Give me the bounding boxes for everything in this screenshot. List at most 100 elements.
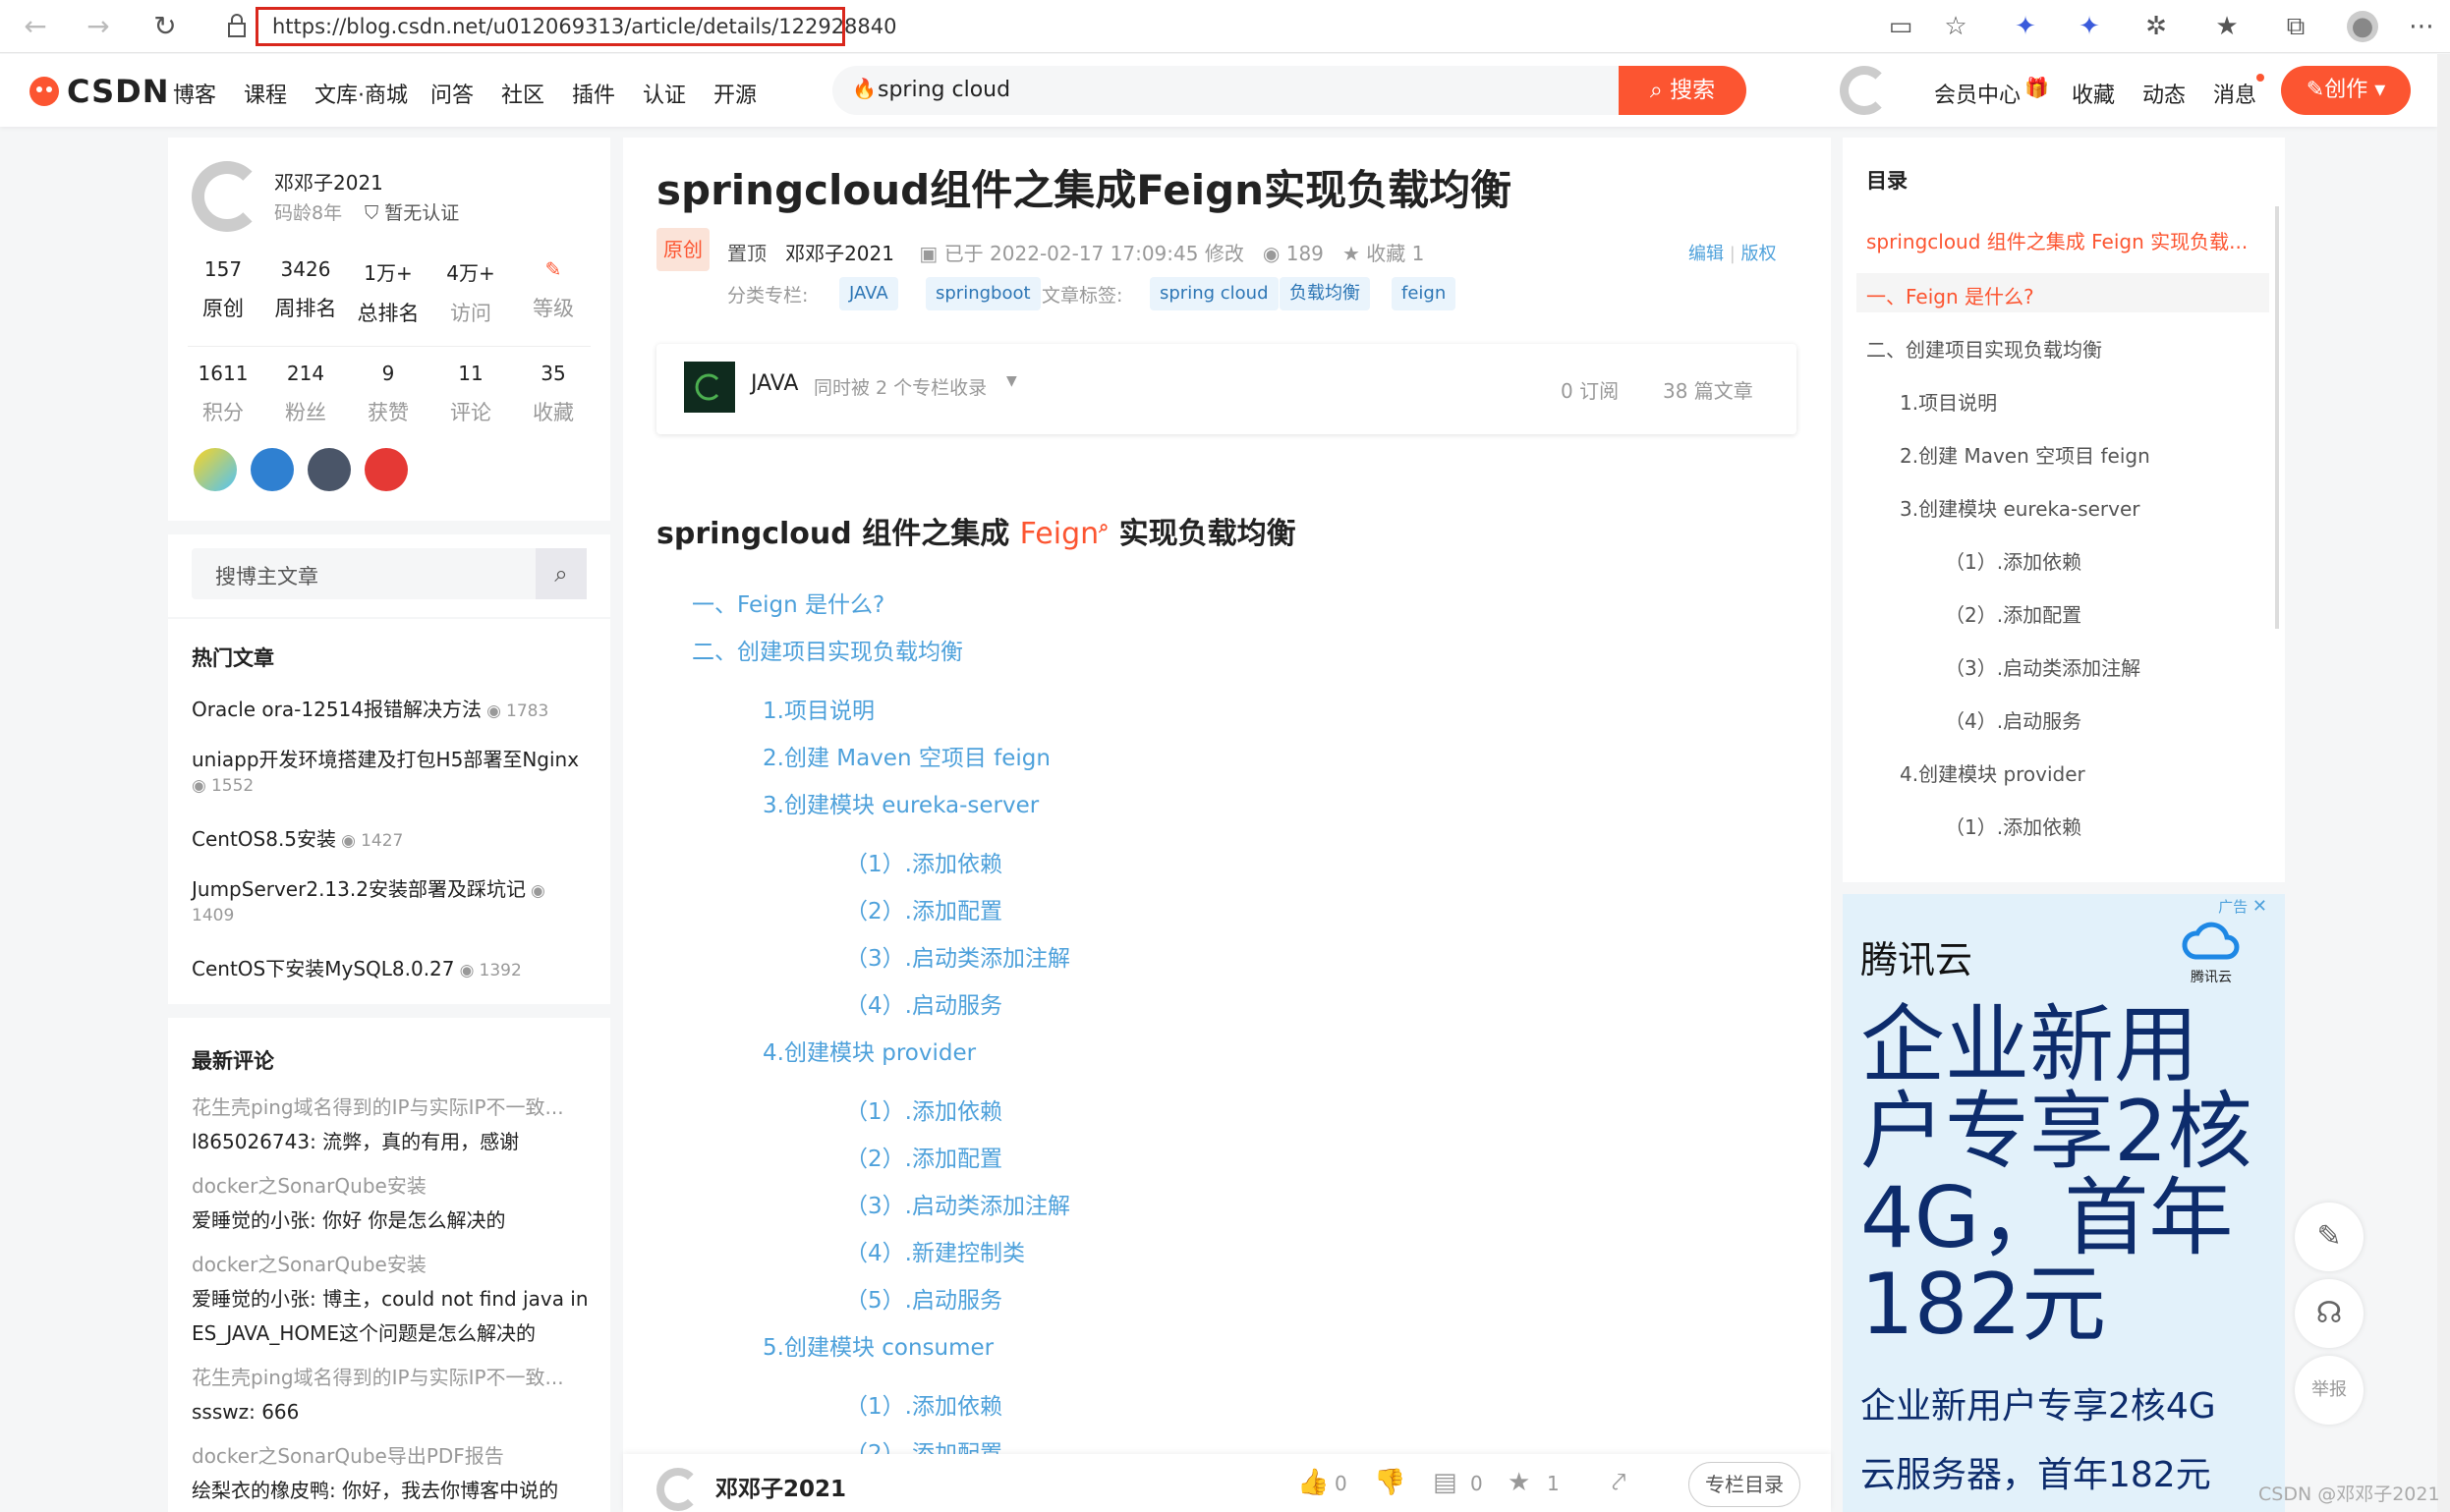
toc-link[interactable]: （4）.启动服务 (845, 986, 1002, 1020)
report-button[interactable]: 举报 (2295, 1356, 2364, 1425)
csdn-logo[interactable]: CSDN (28, 72, 169, 111)
toc-item[interactable]: （1）.添加依赖 (1945, 546, 2081, 575)
page-scrollbar[interactable] (2437, 54, 2450, 1512)
stat-original[interactable]: 157 原创 (184, 257, 262, 322)
column-tag[interactable]: springboot (926, 277, 1041, 310)
toc-link[interactable]: （2）.添加配置 (845, 1434, 1002, 1454)
article-collect[interactable]: 收藏 1 (1366, 242, 1424, 265)
extensions-icon[interactable]: ✲ (2140, 11, 2172, 42)
stat-week-rank[interactable]: 3426 周排名 (266, 257, 345, 322)
comment-article-link[interactable]: docker之SonarQube导出PDF报告 (192, 1439, 595, 1474)
toc-link[interactable]: 一、Feign 是什么? (692, 586, 884, 619)
toc-link[interactable]: 3.创建模块 eureka-server (763, 786, 1039, 819)
share-icon[interactable]: ⤤ (1612, 1468, 1626, 1498)
toc-item[interactable]: 一、Feign 是什么? (1866, 281, 2034, 309)
user-avatar[interactable] (1840, 66, 1889, 115)
address-bar[interactable]: https://blog.csdn.net/u012069313/article… (256, 7, 897, 46)
badge-icon[interactable] (308, 448, 351, 491)
toc-link[interactable]: （1）.添加依赖 (845, 845, 1002, 878)
toc-link[interactable]: 二、创建项目实现负载均衡 (692, 633, 963, 666)
toc-link[interactable]: （2）.添加配置 (845, 1140, 1002, 1173)
toc-item[interactable]: （2）.添加配置 (1945, 599, 2081, 628)
support-button[interactable]: ☊ (2295, 1279, 2364, 1348)
edit-link[interactable]: 编辑 (1688, 244, 1724, 264)
star-icon[interactable]: ★ (1508, 1468, 1530, 1497)
toc-item[interactable]: springcloud 组件之集成 Feign 实现负载... (1866, 226, 2248, 254)
thumbs-up-icon[interactable]: 👍 (1297, 1468, 1329, 1497)
toc-link[interactable]: 4.创建模块 provider (763, 1034, 976, 1067)
stat-total-rank[interactable]: 1万+ 总排名 (349, 257, 427, 327)
article-tag[interactable]: feign (1392, 277, 1456, 310)
blog-search-input[interactable]: 搜博主文章 ⌕ (192, 548, 587, 599)
feedback-button[interactable]: ✎ (2295, 1203, 2364, 1271)
profile-icon[interactable]: ● (2347, 11, 2378, 42)
refresh-icon[interactable]: ↻ (147, 9, 183, 44)
extension-icon[interactable]: ✦ (2010, 11, 2041, 42)
nav-item-opensource[interactable]: 开源 (713, 78, 757, 109)
toc-link[interactable]: 1.项目说明 (763, 692, 875, 725)
nav-item-qa[interactable]: 问答 (430, 78, 474, 109)
toc-item[interactable]: （4）.启动服务 (1945, 705, 2081, 734)
comment-icon[interactable]: ▤ (1433, 1468, 1457, 1497)
toc-item[interactable]: 二、创建项目实现负载均衡 (1866, 334, 2102, 363)
badge-icon[interactable] (365, 448, 408, 491)
list-item[interactable]: JumpServer2.13.2安装部署及踩坑记 ◉ 1409 (192, 872, 595, 953)
toc-item[interactable]: （1）.添加依赖 (1945, 812, 2081, 840)
list-item[interactable]: CentOS下安装MySQL8.0.27 ◉ 1392 (192, 953, 595, 1002)
hot-article-title[interactable]: CentOS下安装MySQL8.0.27 (192, 957, 455, 980)
column-dir-button[interactable]: 专栏目录 (1688, 1462, 1800, 1507)
create-button[interactable]: ✎创作 ▾ (2281, 66, 2411, 115)
toc-link[interactable]: 5.创建模块 consumer (763, 1328, 994, 1362)
thumbs-down-icon[interactable]: 👎 (1374, 1468, 1405, 1497)
close-icon[interactable]: ✕ (2252, 896, 2267, 917)
advertisement[interactable]: 广告 ✕ 腾讯云 腾讯云 企业新用户专享2核4G，首年182元 企业新用户专享2… (1843, 894, 2285, 1512)
add-favorite-icon[interactable]: ☆ (1940, 11, 1971, 42)
toc-scrollbar[interactable] (2275, 206, 2279, 629)
article-author[interactable]: 邓邓子2021 (785, 242, 894, 265)
toc-item[interactable]: （3）.启动类添加注解 (1945, 652, 2140, 681)
lock-icon[interactable] (226, 13, 248, 38)
toc-item[interactable]: 1.项目说明 (1900, 387, 1997, 416)
extension-icon-2[interactable]: ✦ (2074, 11, 2105, 42)
hot-article-title[interactable]: Oracle ora-12514报错解决方法 (192, 698, 482, 721)
nav-favorites[interactable]: 收藏 (2072, 78, 2115, 109)
toc-link[interactable]: （1）.添加依赖 (845, 1387, 1002, 1421)
comment-article-link[interactable]: 花生壳ping域名得到的IP与实际IP不一致... (192, 1361, 595, 1395)
nav-item-community[interactable]: 社区 (501, 78, 544, 109)
toc-link[interactable]: （3）.启动类添加注解 (845, 939, 1070, 973)
list-item[interactable]: Oracle ora-12514报错解决方法 ◉ 1783 (192, 694, 595, 743)
copyright-link[interactable]: 版权 (1741, 244, 1777, 264)
nav-item-certify[interactable]: 认证 (643, 78, 686, 109)
toc-link[interactable]: （2）.添加配置 (845, 892, 1002, 925)
search-icon[interactable]: ⌕ (536, 548, 587, 599)
toc-link[interactable]: （3）.启动类添加注解 (845, 1187, 1070, 1220)
toc-link[interactable]: （4）.新建控制类 (845, 1234, 1025, 1267)
hot-article-title[interactable]: uniapp开发环境搭建及打包H5部署至Nginx (192, 748, 579, 771)
column-note[interactable]: 同时被 2 个专栏收录 (814, 373, 987, 400)
collections-icon[interactable]: ⧉ (2280, 11, 2311, 42)
hot-article-title[interactable]: CentOS8.5安装 (192, 827, 336, 851)
hot-article-title[interactable]: JumpServer2.13.2安装部署及踩坑记 (192, 877, 526, 901)
column-name[interactable]: JAVA (751, 371, 798, 396)
badge-icon[interactable] (194, 448, 237, 491)
bottom-author[interactable]: 邓邓子2021 (715, 1470, 846, 1503)
column-tag[interactable]: JAVA (839, 277, 898, 310)
nav-vip-center[interactable]: 会员中心 (1934, 78, 2021, 109)
nav-messages[interactable]: 消息 (2213, 78, 2256, 109)
toc-link[interactable]: 2.创建 Maven 空项目 feign (763, 739, 1051, 772)
list-item[interactable]: CentOS8.5安装 ◉ 1427 (192, 823, 595, 872)
nav-item-course[interactable]: 课程 (244, 78, 287, 109)
toc-item[interactable]: 3.创建模块 eureka-server (1900, 493, 2140, 522)
toc-item[interactable]: 4.创建模块 provider (1900, 758, 2085, 787)
comment-article-link[interactable]: docker之SonarQube安装 (192, 1169, 595, 1204)
badge-icon[interactable] (251, 448, 294, 491)
stat-fans[interactable]: 214 粉丝 (266, 362, 345, 426)
profile-avatar[interactable] (192, 161, 262, 232)
comment-article-link[interactable]: 花生壳ping域名得到的IP与实际IP不一致... (192, 1091, 595, 1125)
article-tag[interactable]: spring cloud (1150, 277, 1279, 310)
favorites-icon[interactable]: ★ (2211, 11, 2243, 42)
article-tag[interactable]: 负载均衡 (1280, 277, 1370, 310)
forward-icon[interactable]: → (81, 9, 116, 44)
search-box[interactable]: 🔥 spring cloud ⌕ 搜索 (832, 66, 1746, 115)
list-item[interactable]: uniapp开发环境搭建及打包H5部署至Nginx ◉ 1552 (192, 743, 595, 823)
